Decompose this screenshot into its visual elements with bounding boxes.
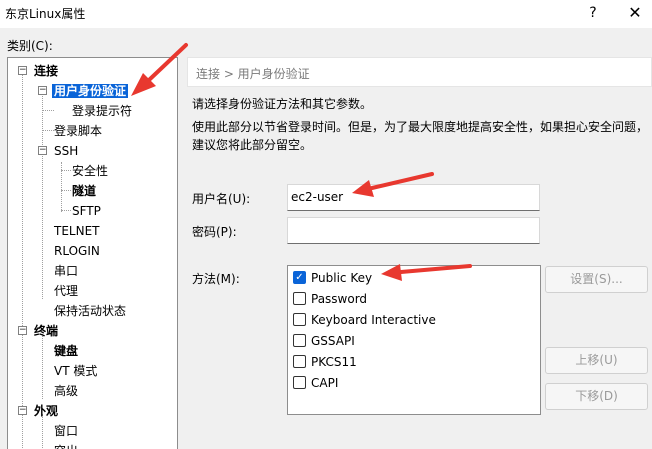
tree-item-serial[interactable]: 串口 [54,261,78,281]
tree-line [42,94,43,299]
help-icon[interactable]: ? [578,1,608,25]
move-up-button[interactable]: 上移(U) [545,347,648,374]
checkbox-icon[interactable] [293,355,306,368]
tree-item-security[interactable]: 安全性 [72,161,108,181]
collapse-icon[interactable]: − [38,86,47,95]
tree-line [42,130,54,131]
tree-line [61,190,71,191]
tree-item-vt-mode[interactable]: VT 模式 [54,361,97,381]
breadcrumb: 连接 > 用户身份验证 [187,57,652,87]
auth-method-list[interactable]: ✓ Public Key Password Keyboard Interacti… [287,265,541,415]
checkbox-icon[interactable] [293,376,306,389]
tree-item-connection[interactable]: 连接 [34,61,58,81]
username-label: 用户名(U): [192,192,251,206]
tree-item-user-auth[interactable]: 用户身份验证 [52,81,129,101]
tree-item-login-prompt[interactable]: 登录提示符 [72,101,132,121]
close-icon[interactable]: ✕ [620,1,650,25]
checkbox-icon[interactable] [293,292,306,305]
method-label-text: PKCS11 [311,355,357,369]
tree-item-login-script[interactable]: 登录脚本 [54,121,102,141]
checkbox-icon[interactable] [293,313,306,326]
category-label: 类别(C): [7,39,53,53]
method-label: 方法(M): [192,272,240,286]
tree-line [22,74,23,449]
tree-item-proxy[interactable]: 代理 [54,281,78,301]
password-label: 密码(P): [192,225,237,239]
tree-item-appearance[interactable]: 外观 [34,401,58,421]
tree-item-terminal[interactable]: 终端 [34,321,58,341]
tree-item-tunnel[interactable]: 隧道 [72,181,96,201]
description-intro: 请选择身份验证方法和其它参数。 [192,97,373,111]
tree-item-window[interactable]: 窗口 [54,421,78,441]
method-label-text: Keyboard Interactive [311,313,436,327]
tree-item-telnet[interactable]: TELNET [54,221,100,241]
tree-line [61,170,71,171]
tree-line [61,210,71,211]
tree-line [42,334,43,399]
checkbox-checked-icon[interactable]: ✓ [293,271,306,284]
description-detail: 使用此部分以节省登录时间。但是，为了最大限度地提高安全性，如果担心安全问题，建议… [192,120,649,152]
breadcrumb-text: 连接 > 用户身份验证 [196,67,310,81]
tree-line [42,110,54,111]
tree-item-ssh[interactable]: SSH [54,141,78,161]
collapse-icon[interactable]: − [18,406,27,415]
tree-item-highlight[interactable]: 突出 [54,441,78,449]
tree-item-keyboard[interactable]: 键盘 [54,341,78,361]
tree-item-sftp[interactable]: SFTP [72,201,101,221]
tree-item-keepalive[interactable]: 保持活动状态 [54,301,126,321]
username-input[interactable]: ec2-user [287,184,540,211]
method-label-text: Password [311,292,368,306]
category-tree[interactable]: − 连接 − 用户身份验证 登录提示符 登录脚本 − SSH 安全性 隧道 SF… [7,57,178,449]
collapse-icon[interactable]: − [18,326,27,335]
method-label-text: Public Key [311,271,373,285]
method-label-text: GSSAPI [311,334,355,348]
method-label-text: CAPI [311,376,339,390]
collapse-icon[interactable]: − [38,146,47,155]
checkbox-icon[interactable] [293,334,306,347]
settings-button[interactable]: 设置(S)... [545,266,648,293]
password-input[interactable] [287,217,540,244]
tree-item-advanced[interactable]: 高级 [54,381,78,401]
window-title: 东京Linux属性 [5,7,86,21]
tree-item-rlogin[interactable]: RLOGIN [54,241,100,261]
move-down-button[interactable]: 下移(D) [545,383,648,410]
collapse-icon[interactable]: − [18,66,27,75]
title-bar: 东京Linux属性 ? ✕ [0,0,652,28]
